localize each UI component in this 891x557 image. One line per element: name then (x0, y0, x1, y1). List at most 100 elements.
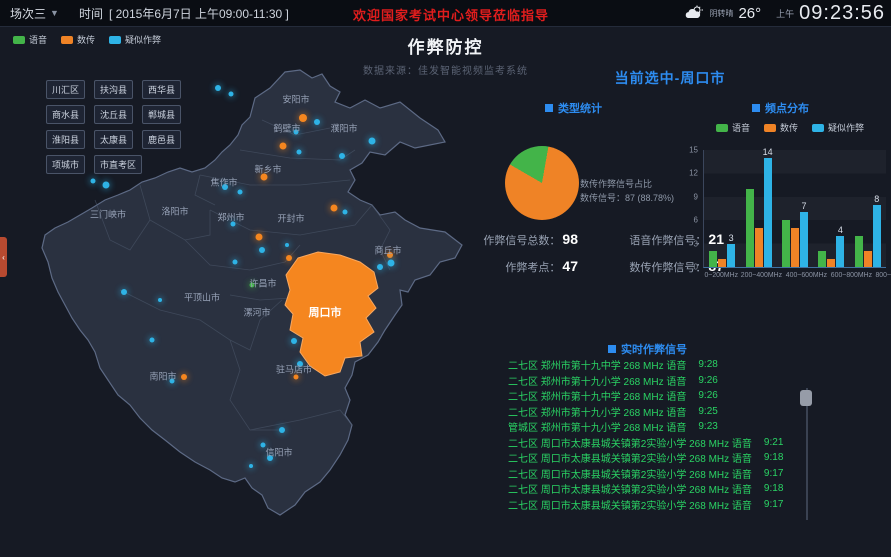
bar-疑似作弊[interactable]: 14 (764, 158, 772, 267)
signal-list-item[interactable]: 二七区 周口市太康县城关镇第2实验小学 268 MHz 语音9:18 (508, 481, 804, 497)
legend-item[interactable]: 数传 (61, 33, 95, 46)
pie-tooltip: 数传作弊信号占比 数传信号：87 (88.78%) (580, 177, 674, 205)
county-button[interactable]: 市直考区 (94, 155, 142, 174)
city-label[interactable]: 信阳市 (265, 446, 292, 459)
city-label[interactable]: 平顶山市 (184, 291, 220, 304)
signal-dot[interactable] (314, 119, 320, 125)
signal-dot[interactable] (121, 289, 127, 295)
session-select[interactable]: 场次三 ▼ (10, 5, 59, 22)
bar-语音[interactable] (746, 189, 754, 267)
signal-dot[interactable] (280, 143, 287, 150)
frequency-bar-chart[interactable]: 03691215 314748 0~200MHz200~400MHz400~60… (686, 138, 888, 280)
signal-dot[interactable] (369, 138, 376, 145)
county-button[interactable]: 太康县 (94, 130, 133, 149)
city-label[interactable]: 新乡市 (254, 163, 281, 176)
list-scrollbar-track[interactable] (806, 388, 808, 520)
signal-dot[interactable] (229, 92, 234, 97)
signal-list-item[interactable]: 二七区 周口市太康县城关镇第2实验小学 268 MHz 语音9:18 (508, 450, 804, 466)
bar-value-label: 8 (874, 194, 879, 204)
signal-dot[interactable] (388, 260, 395, 267)
bar-疑似作弊[interactable]: 3 (727, 244, 735, 267)
signal-dot[interactable] (286, 255, 292, 261)
bar-数传[interactable] (718, 259, 726, 267)
signal-dot[interactable] (377, 264, 383, 270)
signal-dot[interactable] (331, 205, 338, 212)
legend-item[interactable]: 数传 (764, 121, 798, 134)
bar-语音[interactable] (818, 251, 826, 267)
signal-dot[interactable] (91, 179, 96, 184)
city-label[interactable]: 许昌市 (249, 277, 276, 290)
city-label[interactable]: 焦作市 (210, 176, 237, 189)
bar-语音[interactable] (782, 220, 790, 267)
legend-item[interactable]: 语音 (716, 121, 750, 134)
city-label[interactable]: 南阳市 (149, 370, 176, 383)
city-label[interactable]: 安阳市 (282, 93, 309, 106)
signal-dot[interactable] (285, 243, 289, 247)
signal-dot[interactable] (238, 190, 243, 195)
type-pie-chart[interactable] (505, 146, 579, 220)
county-button[interactable]: 淮阳县 (46, 130, 85, 149)
bar-疑似作弊[interactable]: 7 (800, 212, 808, 267)
county-button[interactable]: 扶沟县 (94, 80, 133, 99)
signal-dot[interactable] (256, 234, 263, 241)
signal-dot[interactable] (249, 464, 253, 468)
signal-dot[interactable] (233, 260, 238, 265)
legend-item[interactable]: 语音 (13, 33, 47, 46)
county-button[interactable]: 项城市 (46, 155, 85, 174)
signal-dot[interactable] (150, 338, 155, 343)
city-label[interactable]: 驻马店市 (276, 363, 312, 376)
bar-value-label: 14 (763, 147, 773, 157)
map-legend: 语音 数传 疑似作弊 (13, 33, 161, 46)
city-label[interactable]: 鹤壁市 (273, 122, 300, 135)
city-label[interactable]: 洛阳市 (161, 205, 188, 218)
bar-数传[interactable] (827, 259, 835, 267)
bar-疑似作弊[interactable]: 8 (873, 205, 881, 267)
county-button[interactable]: 川汇区 (46, 80, 85, 99)
signal-dot[interactable] (158, 298, 162, 302)
stat-label: 作弊考点： (505, 262, 560, 274)
signal-list-item[interactable]: 二七区 郑州市第十九中学 268 MHz 语音9:26 (508, 388, 804, 404)
city-label[interactable]: 濮阳市 (330, 122, 357, 135)
legend-item[interactable]: 疑似作弊 (109, 33, 161, 46)
signal-list-item[interactable]: 二七区 郑州市第十九中学 268 MHz 语音9:28 (508, 357, 804, 373)
signal-dot[interactable] (279, 427, 285, 433)
city-label[interactable]: 三门峡市 (90, 208, 126, 221)
bar-数传[interactable] (755, 228, 763, 267)
signal-dot[interactable] (103, 182, 110, 189)
signal-list-item[interactable]: 二七区 郑州市第十九小学 268 MHz 语音9:26 (508, 373, 804, 389)
list-scrollbar-handle[interactable] (800, 390, 812, 406)
signal-dot[interactable] (291, 338, 297, 344)
bar-疑似作弊[interactable]: 4 (836, 236, 844, 267)
signal-dot[interactable] (343, 210, 348, 215)
signal-list-item[interactable]: 二七区 周口市太康县城关镇第2实验小学 268 MHz 语音9:21 (508, 435, 804, 451)
bar-语音[interactable] (855, 236, 863, 267)
x-tick-label: 600~800MHz (831, 270, 872, 278)
signal-list-item[interactable]: 二七区 周口市太康县城关镇第2实验小学 268 MHz 语音9:17 (508, 497, 804, 513)
signal-list-item[interactable]: 二七区 周口市太康县城关镇第2实验小学 268 MHz 语音9:17 (508, 466, 804, 482)
panel-collapse-handle[interactable]: ‹ (0, 237, 7, 277)
legend-item[interactable]: 疑似作弊 (812, 121, 864, 134)
bar-数传[interactable] (791, 228, 799, 267)
city-label[interactable]: 商丘市 (374, 244, 401, 257)
city-label[interactable]: 漯河市 (243, 306, 270, 319)
signal-dot[interactable] (339, 153, 345, 159)
city-label[interactable]: 开封市 (277, 212, 304, 225)
signal-dot[interactable] (297, 150, 302, 155)
county-button[interactable]: 沈丘县 (94, 105, 133, 124)
county-button[interactable]: 郸城县 (142, 105, 181, 124)
signal-list-item[interactable]: 管城区 郑州市第十九小学 268 MHz 语音9:23 (508, 419, 804, 435)
county-button[interactable]: 商水县 (46, 105, 85, 124)
signal-dot[interactable] (215, 85, 221, 91)
signal-dot[interactable] (181, 374, 187, 380)
bar-group: 4 (813, 150, 849, 267)
city-label[interactable]: 周口市 (309, 304, 342, 320)
signal-list-item[interactable]: 二七区 郑州市第十九小学 268 MHz 语音9:25 (508, 404, 804, 420)
bar-数传[interactable] (864, 251, 872, 267)
city-label[interactable]: 郑州市 (217, 211, 244, 224)
signal-text: 二七区 周口市太康县城关镇第2实验小学 268 MHz 语音 (508, 466, 752, 481)
signal-text: 二七区 郑州市第十九小学 268 MHz 语音 (508, 373, 686, 388)
bar-语音[interactable] (709, 251, 717, 267)
county-button[interactable]: 鹿邑县 (142, 130, 181, 149)
signal-dot[interactable] (259, 247, 265, 253)
county-button[interactable]: 西华县 (142, 80, 181, 99)
